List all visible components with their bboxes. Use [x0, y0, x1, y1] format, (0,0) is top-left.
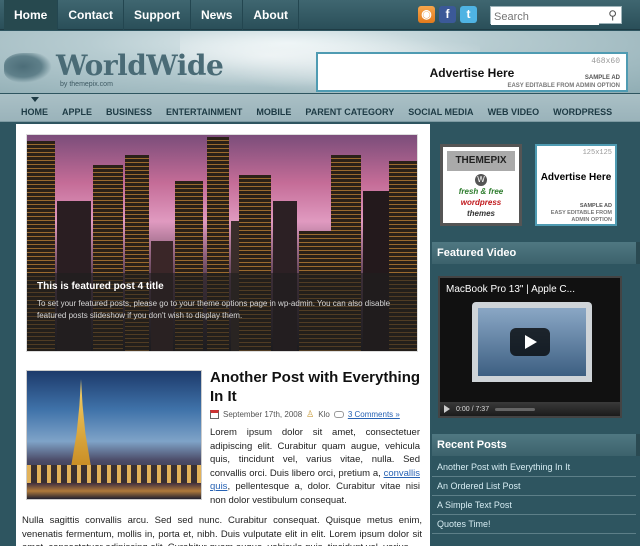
wordpress-logo-icon: W [475, 174, 487, 186]
author-icon: ♙ [306, 409, 315, 419]
topnav-news[interactable]: News [191, 0, 244, 30]
featured-video-heading: Featured Video [432, 242, 640, 264]
slider-description: To set your featured posts, please go to… [37, 299, 391, 320]
sidebar-advert-sample: SAMPLE AD [579, 203, 612, 209]
tag-fresh: fresh [458, 187, 479, 196]
cat-apple[interactable]: APPLE [55, 94, 99, 122]
list-item: Another Post with Everything In It [432, 458, 636, 477]
river-reflection [27, 483, 201, 499]
sidebar-advert[interactable]: 125x125 Advertise Here SAMPLE AD EASY ED… [535, 144, 617, 226]
search-input[interactable] [491, 9, 599, 25]
sidebar-advert-title: Advertise Here [540, 172, 612, 183]
post-thumbnail-eiffel[interactable] [26, 370, 202, 500]
search-icon[interactable]: ⚲ [608, 8, 617, 22]
comment-icon [333, 411, 344, 418]
globe-logo-icon [4, 53, 52, 83]
site-tagline: by themepix.com [60, 81, 113, 88]
sidebar-advert-edit: EASY EDITABLE FROM ADMIN OPTION [550, 210, 612, 223]
post-title[interactable]: Another Post with Everything In It [210, 368, 420, 406]
recent-post-link[interactable]: Quotes Time! [437, 519, 491, 529]
header-advert[interactable]: 468x60 Advertise Here SAMPLE AD EASY EDI… [316, 52, 628, 92]
featured-slider[interactable]: This is featured post 4 title To set you… [26, 134, 418, 352]
video-controls: 0:00 / 7:37 [440, 402, 620, 416]
list-item: An Ordered List Post [432, 477, 636, 496]
list-item: Quotes Time! [432, 515, 636, 534]
cat-web-video[interactable]: WEB VIDEO [481, 94, 547, 122]
post-comments-link[interactable]: 3 Comments » [348, 410, 400, 419]
play-button-icon[interactable] [444, 405, 450, 413]
tag-wordpress: wordpress [460, 198, 502, 207]
excerpt-text-end: , pellentesque a, dolor. Curabitur vitae… [210, 481, 420, 506]
recent-post-link[interactable]: An Ordered List Post [437, 481, 521, 491]
category-nav: HOME APPLE BUSINESS ENTERTAINMENT MOBILE… [0, 94, 640, 122]
list-item: A Simple Text Post [432, 496, 636, 515]
advert-size: 468x60 [591, 57, 620, 66]
topnav-about[interactable]: About [243, 0, 300, 30]
cat-wordpress[interactable]: WORDPRESS [546, 94, 619, 122]
tag-themes: themes [466, 209, 495, 218]
sidebar-advert-size: 125x125 [582, 149, 612, 157]
cat-business[interactable]: BUSINESS [99, 94, 159, 122]
cat-mobile[interactable]: MOBILE [249, 94, 298, 122]
topnav-contact[interactable]: Contact [58, 0, 125, 30]
post-excerpt: Lorem ipsum dolor sit amet, consectetuer… [210, 426, 420, 507]
top-bar: Home Contact Support News About ◉ f t ⚲ [0, 0, 640, 30]
themepix-ad[interactable]: THEMEPIX W fresh & free wordpress themes [440, 144, 522, 226]
video-player[interactable]: MacBook Pro 13" | Apple C... 0:00 / 7:37 [438, 276, 622, 418]
twitter-icon[interactable]: t [460, 6, 477, 23]
calendar-icon [210, 410, 219, 419]
cat-entertainment[interactable]: ENTERTAINMENT [159, 94, 249, 122]
recent-posts-heading: Recent Posts [432, 434, 640, 456]
cat-home[interactable]: HOME [14, 94, 55, 122]
recent-posts-list: Another Post with Everything In It An Or… [432, 458, 636, 534]
recent-post-link[interactable]: Another Post with Everything In It [437, 462, 570, 472]
rss-icon[interactable]: ◉ [418, 6, 435, 23]
advert-edit-label: EASY EDITABLE FROM ADMIN OPTION [507, 83, 620, 89]
slider-caption: This is featured post 4 title To set you… [27, 273, 417, 351]
top-nav: Home Contact Support News About [4, 0, 300, 30]
post-body-continued: Nulla sagittis convallis arcu. Sed sed n… [22, 515, 422, 546]
topnav-support[interactable]: Support [124, 0, 192, 30]
advert-title: Advertise Here [429, 66, 515, 80]
site-logo[interactable]: WorldWide [56, 49, 224, 82]
play-icon[interactable] [510, 328, 550, 356]
post-date: September 17th, 2008 [223, 410, 303, 419]
video-time: 0:00 / 7:37 [456, 405, 490, 413]
post-meta: September 17th, 2008 ♙ Klo 3 Comments » [210, 409, 426, 420]
post-author: Klo [318, 410, 330, 419]
main-content: This is featured post 4 title To set you… [16, 124, 430, 546]
eiffel-tower-shape [71, 379, 91, 467]
advert-sample-label: SAMPLE AD [584, 75, 620, 81]
video-seek-bar[interactable] [495, 407, 536, 411]
facebook-icon[interactable]: f [439, 6, 456, 23]
cat-social-media[interactable]: SOCIAL MEDIA [401, 94, 480, 122]
tag-and-free: & free [480, 187, 504, 196]
topnav-home[interactable]: Home [4, 0, 59, 30]
slider-title[interactable]: This is featured post 4 title [37, 281, 407, 292]
themepix-tagline: fresh & free wordpress themes [443, 186, 519, 219]
bridge-lights [27, 465, 201, 483]
video-title[interactable]: MacBook Pro 13" | Apple C... [446, 284, 616, 295]
recent-post-link[interactable]: A Simple Text Post [437, 500, 512, 510]
social-icons: ◉ f t [418, 6, 477, 23]
cat-parent-category[interactable]: PARENT CATEGORY [298, 94, 401, 122]
themepix-brand: THEMEPIX [447, 151, 515, 171]
search-box: ⚲ [490, 6, 622, 25]
